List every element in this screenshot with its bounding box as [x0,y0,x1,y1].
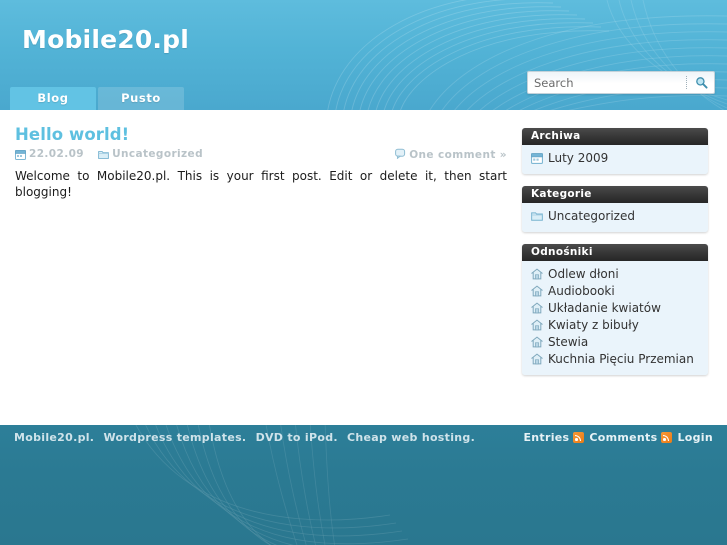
widget-categories-body: Uncategorized [522,203,708,232]
folder-icon [98,149,109,160]
link-home-icon [531,319,543,331]
rss-icon[interactable] [661,431,673,443]
post-meta: 22.02.09 Uncategorized One comment » [15,148,507,162]
list-item-label: Uncategorized [548,209,635,223]
post-body-text: Welcome to Mobile20.pl. This is your fir… [15,169,507,199]
list-item-label: Kwiaty z bibuły [548,318,639,332]
widget-categories: Kategorie Uncategorized [522,186,708,232]
link-home-icon [531,285,543,297]
footer-comments-link[interactable]: Comments [589,431,657,444]
footer-credits: Mobile20.pl. Wordpress templates. DVD to… [14,431,480,444]
calendar-icon [15,149,26,160]
link-home-icon [531,268,543,280]
search-submit-button[interactable] [692,73,711,92]
widget-archives-title: Archiwa [522,128,708,145]
categories-list: Uncategorized [522,208,708,225]
folder-icon [531,210,543,222]
post-category[interactable]: Uncategorized [98,148,203,160]
post-comments-text: One comment » [409,149,507,161]
list-item[interactable]: Luty 2009 [522,150,708,167]
footer-credit-dvd[interactable]: DVD to iPod. [256,431,338,444]
content-area: Hello world! 22.02.09 Uncategorized One … [0,110,727,425]
list-item-label: Audiobooki [548,284,615,298]
list-item[interactable]: Audiobooki [522,283,708,300]
link-home-icon [531,336,543,348]
page-root: Mobile20.pl Blog Pusto Hello world! [0,0,727,545]
list-item-label: Stewia [548,335,589,349]
site-footer: Mobile20.pl. Wordpress templates. DVD to… [0,425,727,545]
list-item-label: Kuchnia Pięciu Przemian [548,352,694,366]
link-home-icon [531,353,543,365]
list-item-label: Luty 2009 [548,151,609,165]
list-item-label: Odlew dłoni [548,267,619,281]
footer-credit-templates[interactable]: Wordpress templates. [103,431,246,444]
search-box[interactable] [527,71,715,94]
search-icon [696,77,708,89]
search-input[interactable] [528,73,686,92]
comment-bubble-icon [395,148,409,162]
widget-links-title: Odnośniki [522,244,708,261]
widget-links: Odnośniki Odlew dłoni Audiobooki Układan… [522,244,708,375]
rss-icon[interactable] [573,431,585,443]
list-item[interactable]: Układanie kwiatów [522,300,708,317]
footer-credit-hosting[interactable]: Cheap web hosting. [347,431,475,444]
archives-list: Luty 2009 [522,150,708,167]
post-date[interactable]: 22.02.09 [15,148,84,160]
link-home-icon [531,302,543,314]
footer-feeds: Entries Comments Login [523,431,713,444]
list-item[interactable]: Odlew dłoni [522,266,708,283]
list-item[interactable]: Kuchnia Pięciu Przemian [522,351,708,368]
site-title[interactable]: Mobile20.pl [22,25,189,54]
site-header: Mobile20.pl Blog Pusto [0,0,727,110]
widget-categories-title: Kategorie [522,186,708,203]
widget-links-body: Odlew dłoni Audiobooki Układanie kwiatów… [522,261,708,375]
calendar-icon [531,152,543,164]
main-navigation-tabs: Blog Pusto [10,87,186,110]
post-date-text: 22.02.09 [29,148,85,160]
post-title[interactable]: Hello world! [15,125,507,144]
widget-archives: Archiwa Luty 2009 [522,128,708,174]
list-item[interactable]: Stewia [522,334,708,351]
widget-archives-body: Luty 2009 [522,145,708,174]
post-comments-link[interactable]: One comment » [395,148,507,162]
footer-bar: Mobile20.pl. Wordpress templates. DVD to… [0,425,727,449]
sidebar: Archiwa Luty 2009 Kategorie Uncategorize… [522,128,708,387]
list-item-label: Układanie kwiatów [548,301,661,315]
footer-entries-link[interactable]: Entries [523,431,569,444]
footer-login-link[interactable]: Login [677,431,713,444]
list-item[interactable]: Uncategorized [522,208,708,225]
search-separator [686,76,688,89]
links-list: Odlew dłoni Audiobooki Układanie kwiatów… [522,266,708,368]
tab-pusto[interactable]: Pusto [98,87,184,110]
blog-post: Hello world! 22.02.09 Uncategorized One … [15,125,507,200]
footer-credit-site[interactable]: Mobile20.pl. [14,431,94,444]
tab-blog[interactable]: Blog [10,87,96,110]
post-category-text: Uncategorized [112,148,203,160]
list-item[interactable]: Kwiaty z bibuły [522,317,708,334]
